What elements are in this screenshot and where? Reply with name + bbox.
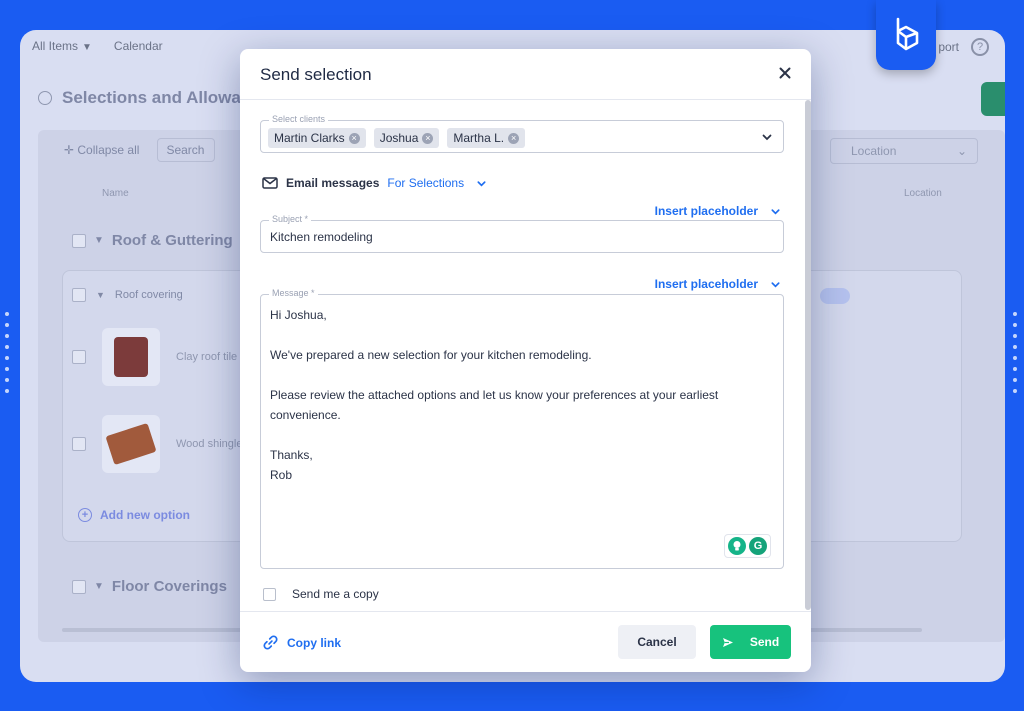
- send-copy-row: Send me a copy: [263, 587, 379, 601]
- remove-chip-icon[interactable]: ×: [508, 132, 520, 144]
- message-line: We've prepared a new selection for your …: [270, 348, 592, 362]
- message-line: [270, 365, 718, 385]
- plus-icon: +: [78, 508, 92, 522]
- close-icon[interactable]: [777, 65, 793, 81]
- subject-value[interactable]: Kitchen remodeling: [270, 230, 373, 244]
- brand-logo-icon: [896, 17, 919, 51]
- remove-chip-icon[interactable]: ×: [348, 132, 360, 144]
- panel-toolbar: ✛ Collapse all Search: [64, 138, 216, 162]
- dialog-scrollbar[interactable]: [805, 100, 811, 610]
- group-row[interactable]: ▼ Roof & Guttering: [72, 232, 233, 249]
- help-icon[interactable]: ?: [971, 38, 989, 56]
- send-selection-dialog: Send selection Select clients Martin Cla…: [240, 49, 811, 672]
- group-checkbox[interactable]: [72, 579, 86, 594]
- send-copy-label: Send me a copy: [292, 587, 379, 601]
- grammarly-widget[interactable]: G: [724, 534, 771, 558]
- app-send-button[interactable]: [981, 82, 1005, 116]
- subject-label: Subject *: [269, 214, 312, 224]
- client-chips: Martin Clarks × Joshua × Martha L. ×: [268, 128, 526, 148]
- message-body[interactable]: Hi Joshua, We've prepared a new selectio…: [270, 305, 718, 485]
- subgroup-row[interactable]: ▼ Roof covering: [72, 288, 183, 302]
- email-messages-row: Email messages For Selections: [262, 176, 487, 190]
- message-line: [270, 325, 718, 345]
- dialog-title: Send selection: [260, 65, 372, 84]
- mail-icon: [262, 177, 278, 189]
- message-line: convenience.: [270, 408, 341, 422]
- select-clients-field[interactable]: Select clients Martin Clarks × Joshua × …: [260, 114, 784, 153]
- search-input[interactable]: Search: [157, 138, 216, 162]
- decorative-dots-right: [1013, 312, 1019, 393]
- subgroup-checkbox[interactable]: [72, 288, 86, 302]
- message-label: Message *: [269, 288, 318, 298]
- chevron-down-icon[interactable]: ▼: [94, 581, 104, 592]
- item-row[interactable]: Wood shingle: [72, 415, 242, 473]
- insert-placeholder-button[interactable]: Insert placeholder: [655, 277, 781, 291]
- copy-link-button[interactable]: Copy link: [262, 634, 341, 651]
- page-title: Selections and Allowanc: [38, 88, 261, 108]
- group-checkbox[interactable]: [72, 233, 86, 248]
- location-filter[interactable]: Location ⌄: [830, 138, 978, 164]
- send-label: Send: [749, 635, 780, 649]
- brand-logo: [876, 0, 936, 70]
- column-header-name: Name: [102, 188, 129, 199]
- send-button[interactable]: Send: [710, 625, 791, 659]
- item-checkbox[interactable]: [72, 350, 86, 364]
- item-row[interactable]: Clay roof tile: [72, 328, 237, 386]
- chevron-down-icon[interactable]: ▼: [96, 290, 105, 300]
- chevron-down-icon[interactable]: ▼: [94, 235, 104, 246]
- grammarly-icon[interactable]: G: [749, 537, 767, 555]
- message-line: Please review the attached options and l…: [270, 388, 719, 402]
- column-header-location: Location: [904, 188, 942, 199]
- dialog-footer: Copy link Cancel Send: [240, 611, 811, 672]
- send-icon: [722, 637, 733, 647]
- clay-tile-thumbnail: [102, 328, 160, 386]
- subject-field[interactable]: Subject * Kitchen remodeling: [260, 214, 784, 253]
- decorative-dots-left: [5, 312, 11, 393]
- email-template-select[interactable]: For Selections: [387, 176, 487, 190]
- message-field[interactable]: Message * Hi Joshua, We've prepared a ne…: [260, 288, 784, 569]
- chevron-down-icon: [771, 208, 780, 215]
- chevron-down-icon: [477, 180, 486, 187]
- add-new-option-button[interactable]: + Add new option: [78, 508, 190, 522]
- dialog-header: Send selection: [240, 49, 811, 100]
- group-row[interactable]: ▼ Floor Coverings: [72, 578, 227, 595]
- client-chip: Martha L. ×: [447, 128, 526, 148]
- message-line: Hi Joshua,: [270, 308, 327, 322]
- lightbulb-icon[interactable]: [728, 537, 746, 555]
- send-copy-checkbox[interactable]: [263, 587, 276, 601]
- wood-shingle-thumbnail: [102, 415, 160, 473]
- collapse-all-button[interactable]: ✛ Collapse all: [64, 143, 139, 157]
- chevron-down-icon[interactable]: [761, 131, 773, 143]
- message-line: [270, 425, 718, 445]
- client-chip: Martin Clarks ×: [268, 128, 366, 148]
- calendar-menu[interactable]: Calendar: [114, 39, 163, 53]
- insert-placeholder-button[interactable]: Insert placeholder: [655, 204, 781, 218]
- item-checkbox[interactable]: [72, 437, 86, 451]
- message-line: Rob: [270, 468, 293, 482]
- link-icon: [263, 635, 278, 650]
- cancel-button[interactable]: Cancel: [618, 625, 696, 659]
- all-items-menu[interactable]: All Items ▼: [32, 39, 92, 53]
- remove-chip-icon[interactable]: ×: [422, 132, 434, 144]
- select-clients-label: Select clients: [269, 114, 329, 124]
- chevron-down-icon: [771, 281, 780, 288]
- email-messages-label: Email messages: [286, 176, 380, 190]
- sidebar-toggle-icon[interactable]: [38, 91, 52, 105]
- support-link[interactable]: port: [938, 40, 959, 54]
- client-chip: Joshua ×: [373, 128, 440, 148]
- message-line: Thanks,: [270, 448, 313, 462]
- status-badge: [820, 288, 850, 304]
